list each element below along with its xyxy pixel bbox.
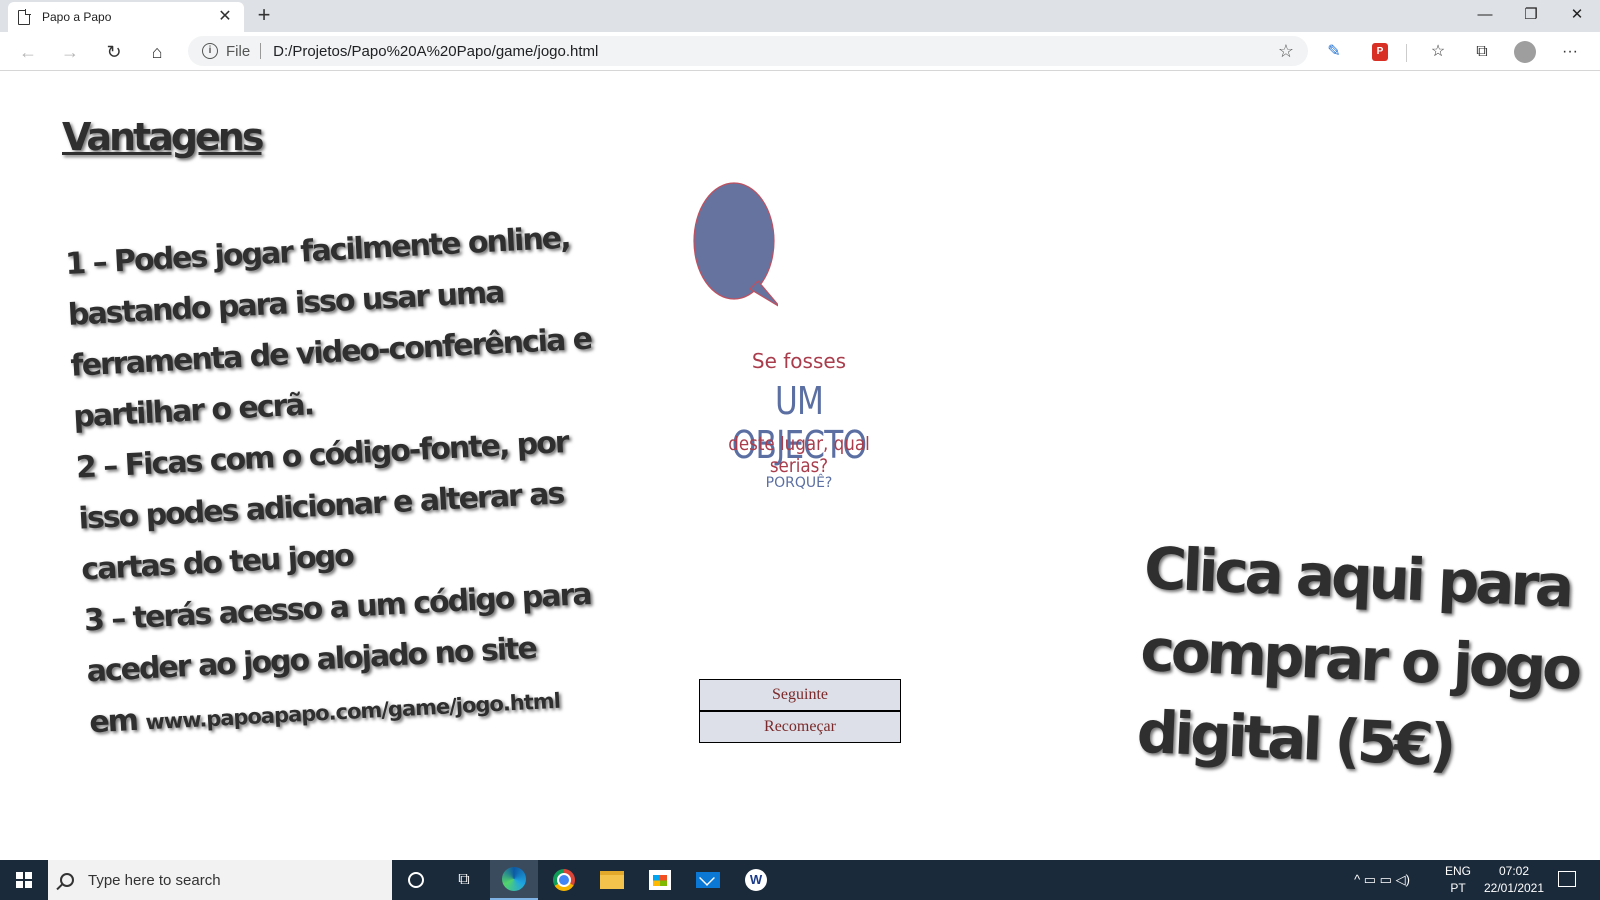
clock[interactable]: 07:02 22/01/2021: [1478, 860, 1550, 900]
clock-time: 07:02: [1498, 864, 1530, 878]
edge-icon: [502, 867, 526, 891]
info-icon[interactable]: i: [202, 43, 218, 59]
card-prompt: Se fosses: [751, 349, 847, 373]
pdf-extension-icon[interactable]: P: [1372, 43, 1388, 61]
address-scheme: File: [226, 42, 251, 60]
close-tab-icon[interactable]: ✕: [216, 8, 234, 26]
address-url[interactable]: D:/Projetos/Papo%20A%20Papo/game/jogo.ht…: [273, 43, 1278, 60]
task-view-icon: ⧉: [458, 871, 470, 888]
taskbar-chrome[interactable]: [540, 860, 588, 900]
page-icon: [18, 8, 31, 25]
card-why: PORQUÊ?: [765, 475, 833, 491]
browser-tab[interactable]: Papo a Papo ✕: [8, 2, 244, 32]
taskbar-store[interactable]: [636, 860, 684, 900]
folder-icon: [600, 871, 624, 889]
taskbar-app[interactable]: W: [732, 860, 780, 900]
toolbar-divider: [1406, 44, 1407, 62]
collections-icon[interactable]: ⧉: [1470, 40, 1494, 64]
page-heading: Vantagens: [62, 115, 264, 159]
restore-button[interactable]: ❐: [1508, 0, 1554, 30]
mail-icon: [696, 872, 720, 888]
windows-taskbar: Type here to search ⧉ W ^ ▭ ▭ ◁) ENG PT …: [0, 860, 1600, 900]
extension-pen-icon[interactable]: ✎: [1322, 40, 1346, 64]
advantage-prefix: em: [88, 702, 147, 741]
windows-logo-icon: [16, 872, 32, 888]
refresh-icon[interactable]: ↻: [100, 38, 128, 66]
buy-game-link[interactable]: Clica aqui para comprar o jogo digital (…: [1135, 527, 1585, 792]
search-icon: [60, 873, 74, 887]
taskbar-edge[interactable]: [490, 860, 538, 900]
chrome-icon: [553, 869, 575, 891]
taskbar-search[interactable]: Type here to search: [48, 860, 392, 900]
browser-titlebar: Papo a Papo ✕ + — ❐ ✕: [0, 0, 1600, 32]
taskbar-mail[interactable]: [684, 860, 732, 900]
clock-date: 22/01/2021: [1483, 881, 1545, 895]
taskbar-file-explorer[interactable]: [588, 860, 636, 900]
language-top: ENG: [1444, 864, 1471, 878]
browser-toolbar: ← → ↻ ⌂ i File D:/Projetos/Papo%20A%20Pa…: [0, 32, 1600, 71]
cortana-button[interactable]: [392, 860, 440, 900]
game-site-link[interactable]: www.papoapapo.com/game/jogo.html: [145, 689, 561, 735]
next-button[interactable]: Seguinte: [699, 679, 901, 711]
cortana-icon: [408, 872, 424, 888]
speech-bubble-icon: [693, 182, 778, 307]
tab-title: Papo a Papo: [42, 10, 112, 24]
language-bottom: PT: [1450, 881, 1466, 895]
favorites-icon[interactable]: ☆: [1426, 40, 1450, 64]
restart-button[interactable]: Recomeçar: [699, 711, 901, 743]
store-icon: [649, 870, 671, 890]
start-button[interactable]: [0, 860, 48, 900]
search-placeholder: Type here to search: [88, 871, 221, 889]
favorite-star-icon[interactable]: ☆: [1278, 41, 1294, 62]
new-tab-button[interactable]: +: [252, 4, 276, 28]
page-content: Vantagens 1 – Podes jogar facilmente onl…: [0, 71, 1600, 860]
question-card: Se fosses UM OBJECTO deste lugar, qual s…: [684, 179, 914, 509]
notifications-icon[interactable]: [1558, 871, 1576, 887]
close-window-button[interactable]: ✕: [1554, 0, 1600, 30]
address-bar[interactable]: i File D:/Projetos/Papo%20A%20Papo/game/…: [188, 36, 1308, 66]
profile-avatar[interactable]: [1514, 41, 1536, 63]
back-icon[interactable]: ←: [14, 38, 42, 66]
language-indicator[interactable]: ENG PT: [1438, 860, 1478, 900]
home-icon[interactable]: ⌂: [143, 38, 171, 66]
advantages-list: 1 – Podes jogar facilmente online, basta…: [64, 209, 660, 751]
minimize-button[interactable]: —: [1462, 0, 1508, 30]
system-tray-icons[interactable]: ^ ▭ ▭ ◁): [1330, 860, 1434, 900]
address-divider: [260, 43, 262, 59]
card-question: deste lugar, qual serias?: [728, 433, 870, 477]
forward-icon[interactable]: →: [56, 38, 84, 66]
app-w-icon: W: [745, 869, 767, 891]
task-view-button[interactable]: ⧉: [440, 860, 488, 900]
more-menu-icon[interactable]: ···: [1558, 40, 1582, 64]
